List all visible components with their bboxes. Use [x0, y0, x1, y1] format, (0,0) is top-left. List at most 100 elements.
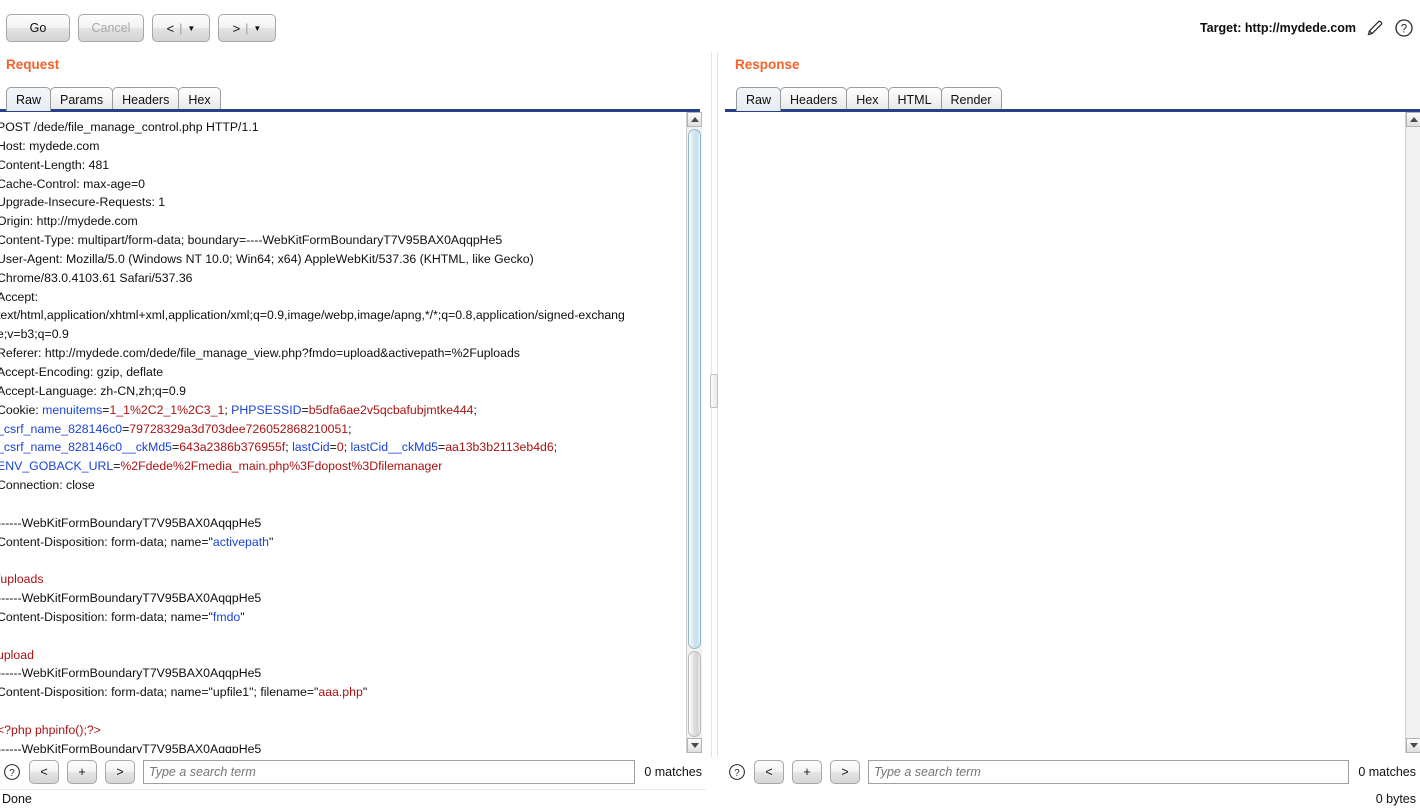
request-line: _csrf_name_828146c0__ckMd5=643a2386b3769… — [0, 440, 558, 455]
burp-repeater-window: Go Cancel < | ▼ > | ▼ Target: http://myd… — [0, 0, 1420, 810]
scroll-up-icon[interactable] — [687, 112, 702, 127]
response-raw-text — [725, 112, 1405, 118]
search-prev-button[interactable]: < — [29, 760, 59, 784]
request-search-bar: ? < + > 0 matches — [0, 755, 706, 789]
help-icon[interactable]: ? — [3, 763, 21, 781]
search-add-label: + — [803, 765, 811, 779]
request-line: Origin: http://mydede.com — [0, 214, 138, 229]
back-separator: | — [179, 21, 183, 35]
request-line: ------WebKitFormBoundaryT7V95BAX0AqqpHe5 — [0, 591, 262, 606]
forward-button[interactable]: > | ▼ — [218, 14, 276, 42]
help-icon[interactable]: ? — [728, 763, 746, 781]
request-line: ENV_GOBACK_URL=%2Fdede%2Fmedia_main.php%… — [0, 459, 443, 474]
response-tab-render[interactable]: Render — [940, 87, 1002, 111]
request-line: ------WebKitFormBoundaryT7V95BAX0AqqpHe5 — [0, 741, 262, 753]
request-tab-params[interactable]: Params — [50, 87, 114, 111]
tab-label: Headers — [122, 92, 170, 107]
response-tab-headers[interactable]: Headers — [780, 87, 848, 111]
response-search-bar: ? < + > 0 matches — [725, 755, 1420, 789]
response-raw-editor[interactable] — [725, 112, 1405, 753]
request-line — [0, 702, 686, 721]
response-match-count: 0 matches — [1358, 765, 1416, 779]
tab-label: Headers — [790, 92, 838, 107]
request-line: text/html,application/xhtml+xml,applicat… — [0, 308, 625, 323]
search-prev-label: < — [765, 765, 773, 779]
request-line: POST /dede/file_manage_control.php HTTP/… — [0, 120, 259, 134]
response-tab-html[interactable]: HTML — [887, 87, 942, 111]
request-line — [0, 495, 686, 514]
request-vertical-scrollbar[interactable] — [686, 112, 702, 753]
request-line: Cookie: menuitems=1_1%2C2_1%2C3_1; PHPSE… — [0, 402, 477, 417]
request-tab-raw[interactable]: Raw — [6, 87, 52, 111]
request-line: e;v=b3;q=0.9 — [0, 327, 69, 342]
search-next-button[interactable]: > — [105, 760, 135, 784]
tab-label: Raw — [16, 92, 42, 107]
request-line: upload — [0, 647, 34, 662]
request-tabstrip: Raw Params Headers Hex — [6, 85, 221, 111]
search-next-button[interactable]: > — [830, 760, 860, 784]
scroll-up-icon[interactable] — [1406, 112, 1420, 127]
request-raw-text: POST /dede/file_manage_control.php HTTP/… — [0, 112, 686, 753]
request-line: Cache-Control: max-age=0 — [0, 176, 145, 191]
request-scroll-track-lower[interactable] — [688, 651, 701, 737]
request-line: Accept-Language: zh-CN,zh;q=0.9 — [0, 383, 187, 398]
request-line: User-Agent: Mozilla/5.0 (Windows NT 10.0… — [0, 251, 534, 266]
go-button[interactable]: Go — [6, 14, 70, 42]
tab-label: HTML — [897, 92, 932, 107]
chevron-down-icon[interactable]: ▼ — [187, 24, 195, 33]
svg-text:?: ? — [734, 768, 740, 779]
target-label: Target: http://mydede.com — [1199, 21, 1356, 35]
response-tab-hex[interactable]: Hex — [846, 87, 889, 111]
request-line: Host: mydede.com — [0, 138, 100, 153]
request-line: Chrome/83.0.4103.61 Safari/537.36 — [0, 270, 193, 285]
search-add-button[interactable]: + — [792, 760, 822, 784]
search-add-button[interactable]: + — [67, 760, 97, 784]
help-icon[interactable]: ? — [1394, 18, 1414, 38]
request-search-input[interactable] — [143, 760, 636, 784]
request-line — [0, 627, 686, 646]
splitter-grip[interactable] — [710, 374, 718, 408]
request-tab-hex[interactable]: Hex — [178, 87, 221, 111]
request-raw-editor[interactable]: POST /dede/file_manage_control.php HTTP/… — [0, 112, 686, 753]
search-prev-label: < — [40, 765, 48, 779]
tab-label: Hex — [188, 92, 211, 107]
request-panel-title: Request — [6, 57, 60, 72]
request-match-count: 0 matches — [644, 765, 702, 779]
chevron-down-icon[interactable]: ▼ — [253, 24, 261, 33]
status-message: Done — [2, 792, 32, 806]
request-line: Content-Type: multipart/form-data; bound… — [0, 233, 503, 248]
search-add-label: + — [78, 765, 86, 779]
request-tab-headers[interactable]: Headers — [112, 87, 180, 111]
back-button-inner: < | ▼ — [167, 21, 196, 36]
scroll-down-icon[interactable] — [1406, 738, 1420, 753]
request-line: Content-Disposition: form-data; name="ac… — [0, 534, 274, 549]
pencil-icon[interactable] — [1365, 18, 1385, 38]
tab-label: Hex — [856, 92, 879, 107]
request-line: Accept: — [0, 289, 39, 304]
request-line: Referer: http://mydede.com/dede/file_man… — [0, 346, 520, 361]
response-search-input[interactable] — [868, 760, 1350, 784]
response-tab-raw[interactable]: Raw — [736, 87, 782, 111]
panel-splitter[interactable] — [706, 52, 722, 757]
tab-label: Raw — [746, 92, 772, 107]
response-vertical-scrollbar[interactable] — [1405, 112, 1420, 753]
request-line: Content-Length: 481 — [0, 157, 110, 172]
cancel-button-label: Cancel — [91, 21, 131, 35]
back-button[interactable]: < | ▼ — [152, 14, 210, 42]
top-toolbar: Go Cancel < | ▼ > | ▼ Target: http://myd… — [0, 0, 1420, 52]
scroll-down-icon[interactable] — [687, 738, 702, 753]
tab-label: Params — [60, 92, 104, 107]
search-prev-button[interactable]: < — [754, 760, 784, 784]
svg-text:?: ? — [9, 768, 15, 779]
request-scroll-thumb[interactable] — [688, 129, 701, 649]
request-line: Accept-Encoding: gzip, deflate — [0, 364, 164, 379]
request-line: _csrf_name_828146c0=79728329a3d703dee726… — [0, 421, 352, 436]
forward-separator: | — [245, 21, 249, 35]
cancel-button[interactable]: Cancel — [78, 14, 144, 42]
svg-text:?: ? — [1401, 23, 1407, 35]
forward-arrow-icon: > — [232, 20, 241, 36]
go-button-label: Go — [29, 21, 47, 35]
forward-button-inner: > | ▼ — [233, 21, 262, 36]
response-panel-title: Response — [735, 57, 800, 72]
search-next-label: > — [841, 765, 849, 779]
